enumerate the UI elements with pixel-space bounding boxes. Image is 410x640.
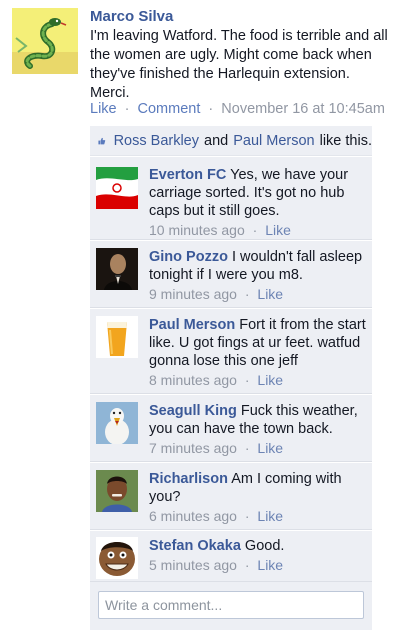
comment-meta: 7 minutes ago · Like (149, 439, 367, 457)
comment-item: Paul Merson Fort it from the start like.… (90, 308, 372, 394)
comment-author[interactable]: Stefan Okaka (149, 538, 241, 554)
comment-meta: 9 minutes ago · Like (149, 285, 367, 303)
comment-author[interactable]: Richarlison (149, 471, 228, 487)
likes-summary: Ross Barkley and Paul Merson like this. (90, 126, 372, 156)
liker-link-1[interactable]: Ross Barkley (114, 133, 199, 149)
comment-time[interactable]: 5 minutes ago (149, 557, 237, 573)
comment-item: Richarlison Am I coming with you? 6 minu… (90, 462, 372, 530)
separator: · (244, 286, 250, 302)
author-avatar[interactable] (12, 8, 78, 74)
commenter-avatar[interactable] (96, 470, 138, 512)
comment-like-link[interactable]: Like (257, 557, 283, 573)
comment-like-link[interactable]: Like (257, 372, 283, 388)
commenter-avatar[interactable] (96, 316, 138, 358)
comment-time[interactable]: 10 minutes ago (149, 222, 245, 238)
comment-input[interactable] (98, 591, 364, 619)
comment-body: Richarlison Am I coming with you? 6 minu… (149, 470, 367, 525)
comment-time[interactable]: 7 minutes ago (149, 440, 237, 456)
separator: · (252, 222, 258, 238)
likes-suffix: like this. (319, 132, 372, 149)
post-meta: Like · Comment · November 16 at 10:45am (90, 101, 385, 117)
comment-body: Seagull King Fuck this weather, you can … (149, 402, 367, 457)
comment-author[interactable]: Everton FC (149, 167, 226, 183)
comment-like-link[interactable]: Like (257, 286, 283, 302)
comment-author[interactable]: Paul Merson (149, 317, 235, 333)
comment-time[interactable]: 9 minutes ago (149, 286, 237, 302)
comment-author[interactable]: Seagull King (149, 403, 237, 419)
comment-time[interactable]: 6 minutes ago (149, 508, 237, 524)
commenter-avatar[interactable] (96, 167, 138, 209)
post-author[interactable]: Marco Silva (90, 8, 173, 25)
feed-post: Marco Silva I'm leaving Watford. The foo… (0, 0, 410, 640)
comment-body: Paul Merson Fort it from the start like.… (149, 316, 367, 389)
separator: · (244, 557, 250, 573)
comment-item: Stefan Okaka Good. 5 minutes ago · Like (90, 530, 372, 582)
commenter-avatar[interactable] (96, 248, 138, 290)
separator: · (244, 508, 250, 524)
flag-avatar-icon (96, 167, 138, 209)
comment-like-link[interactable]: Like (265, 222, 291, 238)
comment-meta: 8 minutes ago · Like (149, 371, 367, 389)
thumbs-up-icon (98, 137, 106, 144)
seagull-avatar-icon (96, 402, 138, 444)
comment-meta: 5 minutes ago · Like (149, 556, 367, 574)
likes-and: and (204, 132, 229, 149)
cartoon-face-avatar-icon (96, 537, 138, 579)
comment-like-link[interactable]: Like (257, 440, 283, 456)
commenter-avatar[interactable] (96, 402, 138, 444)
commenter-avatar[interactable] (96, 537, 138, 579)
post-timestamp[interactable]: November 16 at 10:45am (221, 101, 385, 117)
post-comment-link[interactable]: Comment (138, 101, 201, 117)
comment-item: Everton FC Yes, we have your carriage so… (90, 156, 372, 240)
comment-item: Gino Pozzo I wouldn't fall asleep tonigh… (90, 240, 372, 308)
beer-pint-avatar-icon (96, 316, 138, 358)
comment-body: Gino Pozzo I wouldn't fall asleep tonigh… (149, 248, 367, 303)
comment-author[interactable]: Gino Pozzo (149, 249, 228, 265)
liker-link-2[interactable]: Paul Merson (233, 133, 314, 149)
post-text: I'm leaving Watford. The food is terribl… (90, 28, 388, 101)
feedback-panel: Ross Barkley and Paul Merson like this. … (90, 126, 372, 630)
comment-meta: 10 minutes ago · Like (149, 221, 367, 239)
snake-avatar-icon (12, 8, 78, 74)
comment-body: Stefan Okaka Good. 5 minutes ago · Like (149, 537, 367, 574)
godfather-avatar-icon (96, 248, 138, 290)
separator: · (244, 372, 250, 388)
comment-time[interactable]: 8 minutes ago (149, 372, 237, 388)
boy-avatar-icon (96, 470, 138, 512)
comment-composer (90, 582, 372, 630)
separator: · (124, 101, 130, 117)
comment-body: Everton FC Yes, we have your carriage so… (149, 166, 367, 239)
separator: · (208, 101, 214, 117)
comment-item: Seagull King Fuck this weather, you can … (90, 394, 372, 462)
post-like-link[interactable]: Like (90, 101, 117, 117)
comment-like-link[interactable]: Like (257, 508, 283, 524)
separator: · (244, 440, 250, 456)
comment-text: Good. (244, 538, 285, 554)
comment-meta: 6 minutes ago · Like (149, 507, 367, 525)
